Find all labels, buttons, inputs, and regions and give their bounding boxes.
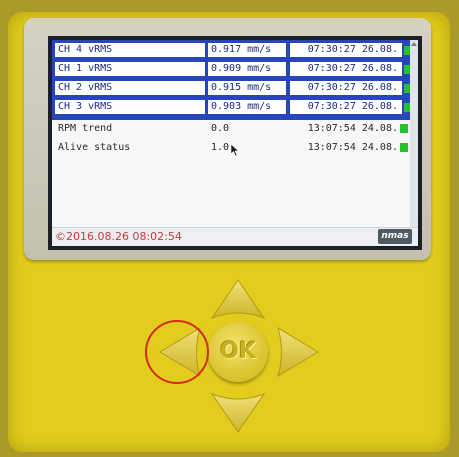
directional-keypad: [159, 279, 319, 433]
right-arrow-button[interactable]: [277, 326, 319, 378]
up-arrow-button[interactable]: [210, 279, 266, 320]
down-arrow-button[interactable]: [210, 392, 266, 433]
highlight-annotation-circle: [145, 320, 209, 384]
ok-button[interactable]: OK: [208, 322, 268, 382]
